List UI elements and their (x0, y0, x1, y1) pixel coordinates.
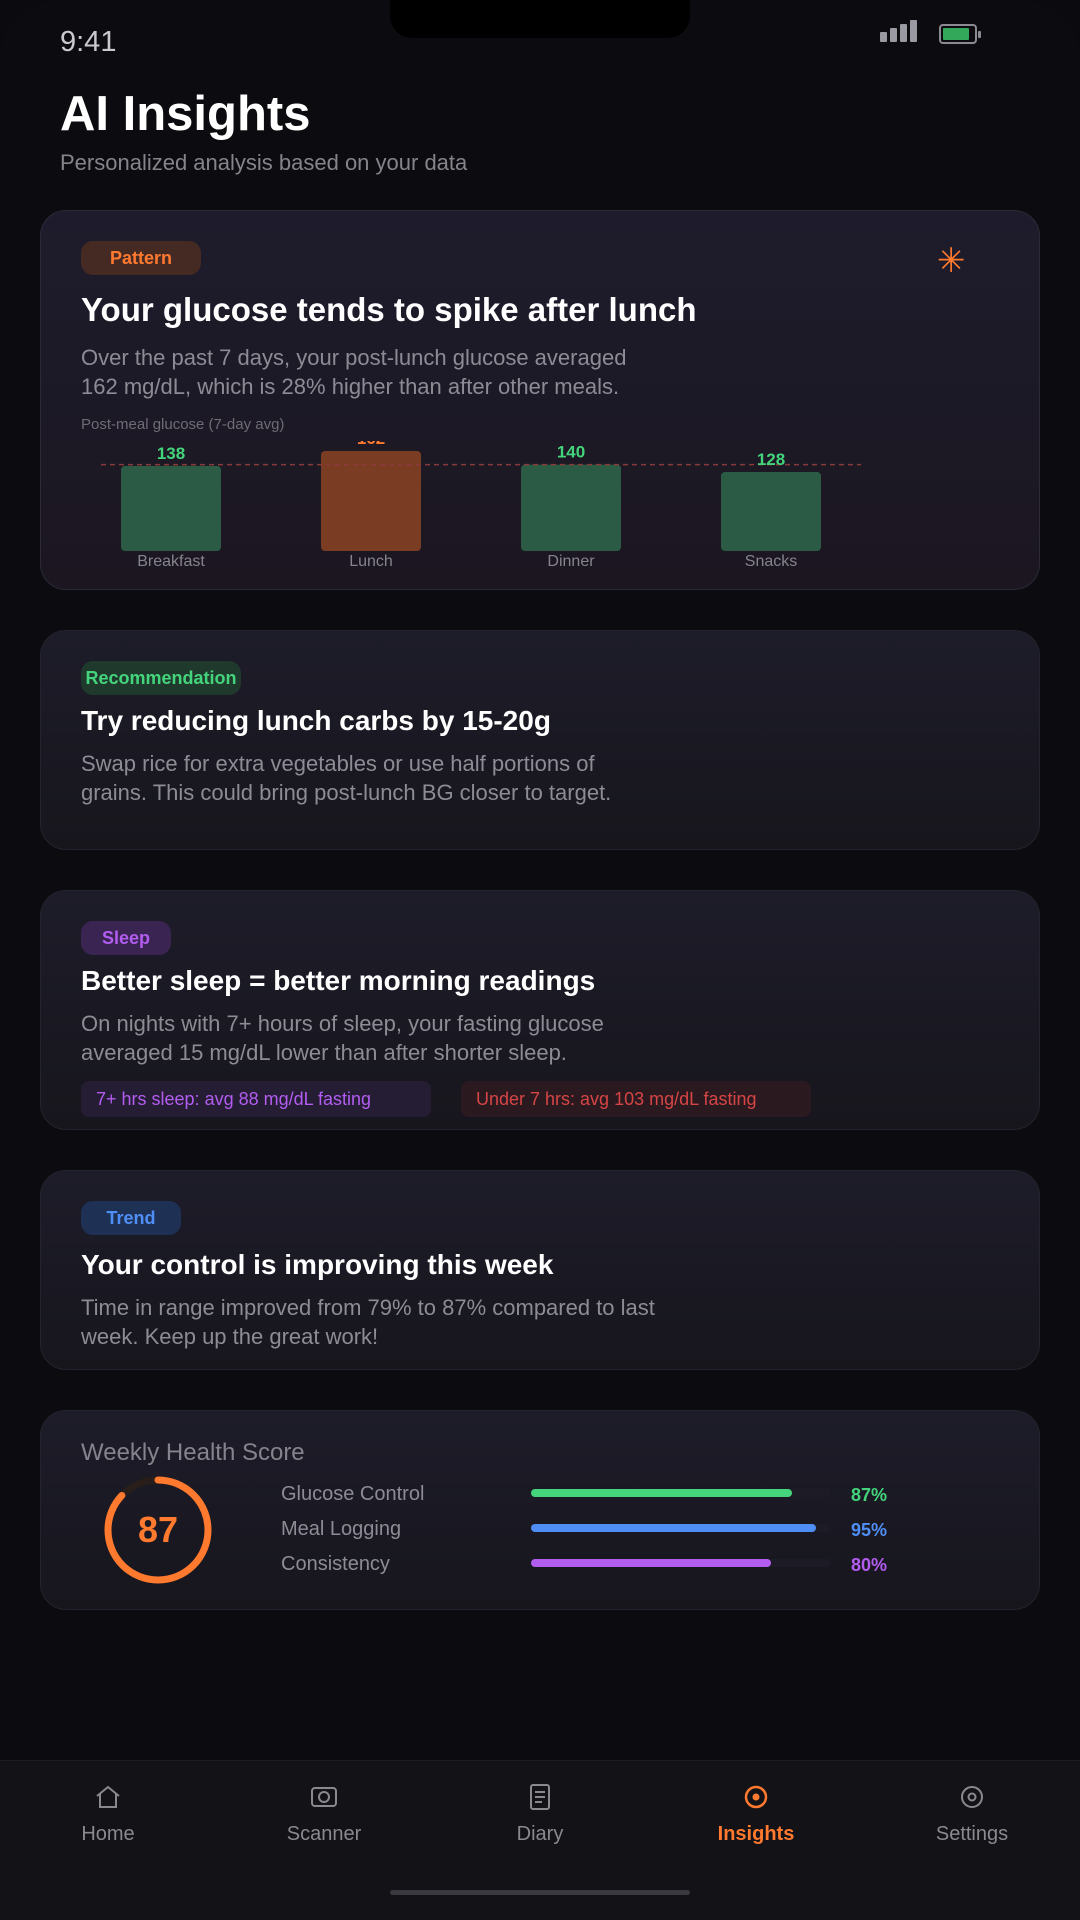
chart-value-label-breakfast: 138 (157, 444, 185, 463)
chart-value-label-dinner: 140 (557, 443, 585, 462)
home-indicator (390, 1890, 690, 1895)
camera-notch (390, 0, 690, 38)
recommendation-card[interactable]: Recommendation Try reducing lunch carbs … (40, 630, 1040, 850)
sleep-tag: Sleep (81, 921, 171, 955)
chart-caption: Post-meal glucose (7-day avg) (81, 416, 285, 433)
tab-label-insights: Insights (717, 1823, 795, 1845)
chart-bar-lunch (321, 451, 421, 551)
sleep-body: On nights with 7+ hours of sleep, your f… (81, 1011, 604, 1065)
status-time: 9:41 (60, 26, 117, 58)
chart-bar-dinner (521, 464, 621, 551)
recommendation-title: Try reducing lunch carbs by 15-20g (81, 705, 551, 736)
home-icon (96, 1785, 120, 1808)
sleep-insight-card[interactable]: Sleep Better sleep = better morning read… (40, 890, 1040, 1130)
page-subtitle: Personalized analysis based on your data (60, 150, 468, 175)
recommendation-body: Swap rice for extra vegetables or use ha… (81, 751, 612, 805)
phone-screen: 9:41 AI Insights Personalized analysis b… (0, 0, 1080, 1920)
tab-label-home: Home (81, 1823, 135, 1845)
sleep-good-stat: 7+ hrs sleep: avg 88 mg/dL fasting (81, 1081, 431, 1117)
chart-value-label-lunch: 162 (357, 441, 385, 448)
diary-icon (530, 1784, 550, 1810)
pattern-insight-card[interactable]: Pattern ✳ Your glucose tends to spike af… (40, 210, 1040, 590)
signal-icon (880, 20, 918, 42)
metric-label-meal-logging: Meal Logging (281, 1518, 402, 1540)
chart-category-label-lunch: Lunch (349, 553, 393, 570)
metric-bar-glucose (531, 1489, 831, 1497)
tab-home[interactable]: Home (0, 1781, 216, 1846)
page-title: AI Insights (60, 87, 311, 141)
tab-label-settings: Settings (935, 1823, 1009, 1845)
sparkle-icon: ✳ (937, 242, 966, 280)
insights-icon (744, 1785, 768, 1809)
chart-category-label-breakfast: Breakfast (137, 553, 205, 570)
metric-pct-meal-logging: 95% (851, 1520, 888, 1540)
tab-insights[interactable]: Insights (648, 1781, 864, 1846)
metric-pct-glucose: 87% (851, 1485, 888, 1505)
tab-scanner[interactable]: Scanner (216, 1781, 432, 1846)
pattern-body: Over the past 7 days, your post-lunch gl… (81, 345, 627, 399)
tab-diary[interactable]: Diary (432, 1781, 648, 1846)
trend-body: Time in range improved from 79% to 87% c… (81, 1295, 655, 1349)
chart-bar-breakfast (121, 465, 221, 551)
metric-bar-consistency (531, 1559, 831, 1567)
metric-label-glucose: Glucose Control (281, 1483, 425, 1505)
chart-value-label-snacks: 128 (757, 450, 785, 469)
settings-icon (961, 1786, 983, 1808)
weekly-health-score-card[interactable]: Weekly Health Score 87 Glucose Control 8… (40, 1410, 1040, 1610)
trend-title: Your control is improving this week (81, 1249, 554, 1280)
tab-label-diary: Diary (516, 1823, 564, 1845)
tab-settings[interactable]: Settings (864, 1781, 1080, 1846)
chart-category-label-snacks: Snacks (745, 553, 797, 570)
metric-bar-meal-logging (531, 1524, 831, 1532)
pattern-tag: Pattern (81, 241, 201, 275)
recommendation-tag: Recommendation (81, 661, 241, 695)
camera-icon (311, 1787, 337, 1807)
sleep-title: Better sleep = better morning readings (81, 965, 596, 996)
tab-label-scanner: Scanner (286, 1823, 362, 1845)
trend-tag: Trend (81, 1201, 181, 1235)
pattern-title: Your glucose tends to spike after lunch (81, 291, 697, 328)
post-meal-glucose-chart: 138 Breakfast 162 Lunch 140 Dinner 128 Snacks (41, 441, 1041, 591)
score-value: 87 (137, 1509, 179, 1550)
chart-category-label-dinner: Dinner (547, 553, 595, 570)
bottom-tab-bar: Home Scanner Diary Insights Settings (0, 1760, 1080, 1920)
score-title: Weekly Health Score (81, 1439, 305, 1466)
battery-icon (939, 24, 981, 44)
chart-svg: 138 Breakfast 162 Lunch 140 Dinner 128 Snacks (101, 441, 861, 570)
metric-label-consistency: Consistency (281, 1553, 390, 1575)
chart-bar-snacks (721, 471, 821, 551)
sleep-bad-stat: Under 7 hrs: avg 103 mg/dL fasting (461, 1081, 811, 1117)
trend-insight-card[interactable]: Trend Your control is improving this wee… (40, 1170, 1040, 1370)
metric-pct-consistency: 80% (851, 1555, 888, 1575)
